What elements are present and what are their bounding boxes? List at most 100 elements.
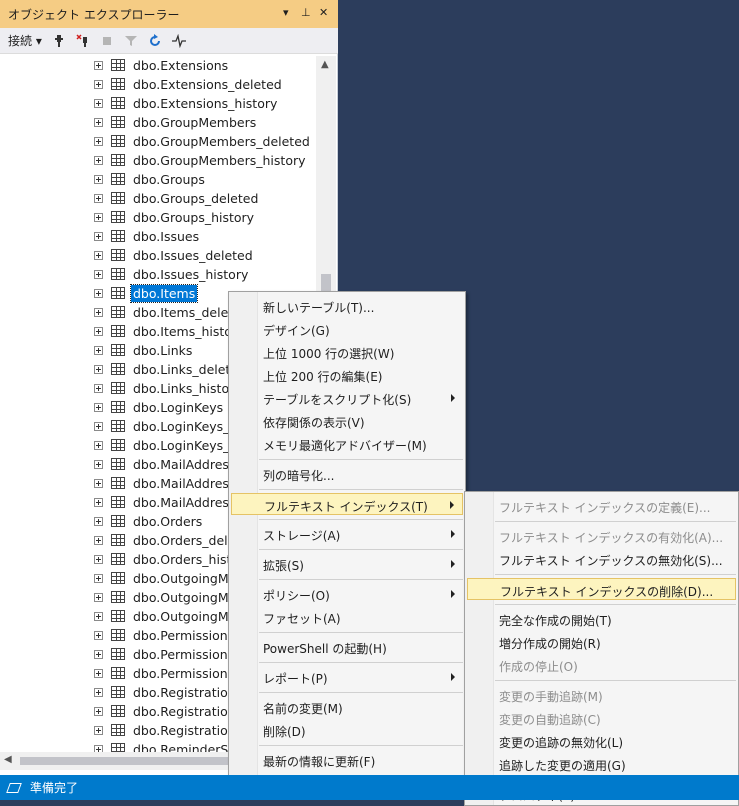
tree-row[interactable]: dbo.Groups_deleted	[4, 189, 316, 208]
submenu-item[interactable]: 完全な作成の開始(T)	[467, 608, 736, 630]
expand-icon[interactable]	[94, 232, 103, 241]
submenu-item-label: 追跡した変更の適用(G)	[499, 759, 626, 773]
expand-icon[interactable]	[94, 137, 103, 146]
context-menu-item[interactable]: 最新の情報に更新(F)	[231, 749, 463, 771]
expand-icon[interactable]	[94, 498, 103, 507]
scroll-left-icon[interactable]: ◀	[4, 754, 12, 765]
context-menu-item[interactable]: ストレージ(A)	[231, 523, 463, 545]
tree-row-label: dbo.Links_delete	[133, 362, 239, 377]
context-menu-item[interactable]: フルテキスト インデックス(T)	[231, 493, 463, 515]
submenu-item[interactable]: 追跡した変更の適用(G)	[467, 753, 736, 775]
tree-row[interactable]: dbo.Extensions_history	[4, 94, 316, 113]
context-menu-item[interactable]: PowerShell の起動(H)	[231, 636, 463, 658]
expand-icon[interactable]	[94, 726, 103, 735]
expand-icon[interactable]	[94, 251, 103, 260]
context-menu-item[interactable]: 拡張(S)	[231, 553, 463, 575]
context-menu-item[interactable]: 新しいテーブル(T)...	[231, 295, 463, 317]
context-menu-item[interactable]: 上位 1000 行の選択(W)	[231, 341, 463, 363]
tree-row[interactable]: dbo.GroupMembers	[4, 113, 316, 132]
menu-separator	[259, 519, 463, 520]
expand-icon[interactable]	[94, 175, 103, 184]
expand-icon[interactable]	[94, 479, 103, 488]
menu-separator	[259, 632, 463, 633]
expand-icon[interactable]	[94, 612, 103, 621]
panel-titlebar[interactable]: オブジェクト エクスプローラー ▾ ⊥ ✕	[0, 0, 338, 28]
expand-icon[interactable]	[94, 194, 103, 203]
expand-icon[interactable]	[94, 631, 103, 640]
tree-row[interactable]: dbo.GroupMembers_deleted	[4, 132, 316, 151]
expand-icon[interactable]	[94, 745, 103, 752]
expand-icon[interactable]	[94, 327, 103, 336]
context-menu-item[interactable]: レポート(P)	[231, 666, 463, 688]
context-menu-item[interactable]: デザイン(G)	[231, 318, 463, 340]
close-icon[interactable]: ✕	[319, 6, 328, 19]
expand-icon[interactable]	[94, 688, 103, 697]
table-icon	[111, 306, 125, 318]
tree-row[interactable]: dbo.GroupMembers_history	[4, 151, 316, 170]
table-icon	[111, 249, 125, 261]
expand-icon[interactable]	[94, 365, 103, 374]
tree-row[interactable]: dbo.Issues	[4, 227, 316, 246]
tree-row[interactable]: dbo.Extensions	[4, 56, 316, 75]
connect-plug-icon[interactable]	[52, 34, 66, 48]
tree-row-label: dbo.Permissions_	[133, 647, 241, 662]
expand-icon[interactable]	[94, 441, 103, 450]
expand-icon[interactable]	[94, 156, 103, 165]
context-menu-item[interactable]: 上位 200 行の編集(E)	[231, 364, 463, 386]
context-menu-item[interactable]: メモリ最適化アドバイザー(M)	[231, 433, 463, 455]
submenu-item[interactable]: 変更の追跡の無効化(L)	[467, 730, 736, 752]
expand-icon[interactable]	[94, 460, 103, 469]
tree-row-label: dbo.LoginKeys	[133, 400, 224, 415]
table-icon	[111, 705, 125, 717]
tree-row[interactable]: dbo.Groups	[4, 170, 316, 189]
menu-separator	[259, 745, 463, 746]
expand-icon[interactable]	[94, 346, 103, 355]
tree-row[interactable]: dbo.Groups_history	[4, 208, 316, 227]
horizontal-scroll-thumb[interactable]	[20, 757, 230, 765]
expand-icon[interactable]	[94, 403, 103, 412]
filter-icon	[124, 34, 138, 48]
connect-button[interactable]: 接続 ▾	[8, 32, 42, 49]
refresh-icon[interactable]	[148, 33, 162, 48]
submenu-item[interactable]: フルテキスト インデックスの削除(D)...	[467, 578, 736, 600]
scroll-up-icon[interactable]: ▲	[321, 59, 329, 70]
expand-icon[interactable]	[94, 574, 103, 583]
panel-menu-icon[interactable]: ▾	[283, 6, 289, 19]
expand-icon[interactable]	[94, 384, 103, 393]
expand-icon[interactable]	[94, 669, 103, 678]
tree-row[interactable]: dbo.Extensions_deleted	[4, 75, 316, 94]
tree-row[interactable]: dbo.Issues_history	[4, 265, 316, 284]
context-menu-item[interactable]: 名前の変更(M)	[231, 696, 463, 718]
context-menu-item[interactable]: ポリシー(O)	[231, 583, 463, 605]
expand-icon[interactable]	[94, 536, 103, 545]
submenu-item[interactable]: フルテキスト インデックスの無効化(S)...	[467, 548, 736, 570]
expand-icon[interactable]	[94, 422, 103, 431]
context-menu-item-label: PowerShell の起動(H)	[263, 642, 387, 656]
expand-icon[interactable]	[94, 308, 103, 317]
expand-icon[interactable]	[94, 80, 103, 89]
context-menu-item[interactable]: 列の暗号化...	[231, 463, 463, 485]
context-menu-item[interactable]: 削除(D)	[231, 719, 463, 741]
expand-icon[interactable]	[94, 118, 103, 127]
expand-icon[interactable]	[94, 593, 103, 602]
tree-row-label: dbo.Issues	[133, 229, 200, 244]
expand-icon[interactable]	[94, 289, 103, 298]
pin-icon[interactable]: ⊥	[301, 6, 311, 19]
expand-icon[interactable]	[94, 213, 103, 222]
context-menu-item[interactable]: ファセット(A)	[231, 606, 463, 628]
expand-icon[interactable]	[94, 61, 103, 70]
expand-icon[interactable]	[94, 650, 103, 659]
submenu-arrow-icon	[451, 560, 455, 568]
activity-monitor-icon[interactable]	[171, 33, 186, 48]
disconnect-icon[interactable]	[76, 33, 90, 48]
submenu-item[interactable]: 増分作成の開始(R)	[467, 631, 736, 653]
expand-icon[interactable]	[94, 707, 103, 716]
tree-row[interactable]: dbo.Issues_deleted	[4, 246, 316, 265]
expand-icon[interactable]	[94, 517, 103, 526]
expand-icon[interactable]	[94, 555, 103, 564]
expand-icon[interactable]	[94, 270, 103, 279]
context-menu-item[interactable]: 依存関係の表示(V)	[231, 410, 463, 432]
tree-row-label: dbo.Issues_deleted	[133, 248, 253, 263]
context-menu-item[interactable]: テーブルをスクリプト化(S)	[231, 387, 463, 409]
expand-icon[interactable]	[94, 99, 103, 108]
